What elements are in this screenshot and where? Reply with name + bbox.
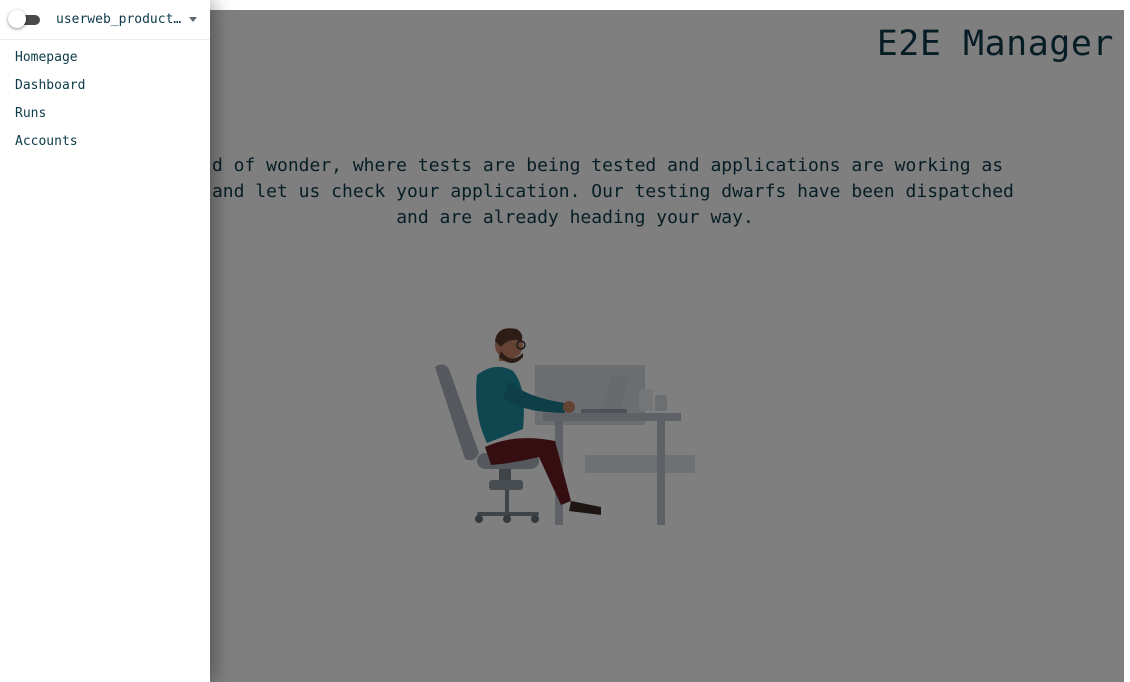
right-edge-strip <box>1124 0 1130 682</box>
nav-item-accounts[interactable]: Accounts <box>0 128 210 156</box>
chevron-down-icon <box>189 17 198 22</box>
navigation-drawer: userweb_product… Homepage Dashboard Runs… <box>0 0 210 682</box>
nav-item-dashboard[interactable]: Dashboard <box>0 72 210 100</box>
page: E2E Manager e world of wonder, where tes… <box>0 0 1130 682</box>
nav-item-homepage[interactable]: Homepage <box>0 44 210 72</box>
project-select[interactable]: userweb_product… <box>56 12 198 27</box>
top-edge-strip <box>210 0 1130 10</box>
project-select-value: userweb_product… <box>56 12 182 27</box>
toggle-knob <box>8 9 26 28</box>
nav-item-runs[interactable]: Runs <box>0 100 210 128</box>
nav-list: Homepage Dashboard Runs Accounts <box>0 44 210 156</box>
drawer-header: userweb_product… <box>0 0 210 40</box>
theme-toggle[interactable] <box>8 9 48 31</box>
